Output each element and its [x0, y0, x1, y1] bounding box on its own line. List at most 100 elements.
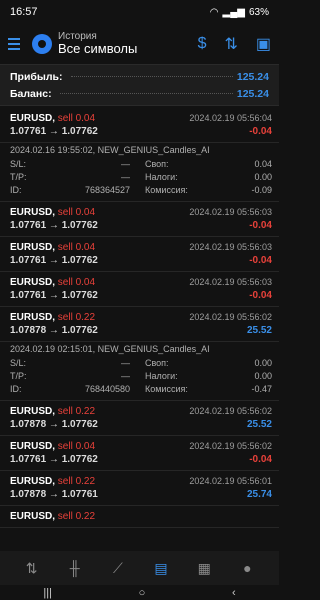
deal-profit: -0.04 — [249, 126, 272, 137]
deal-time: 2024.02.19 05:56:02 — [189, 406, 272, 416]
deal-details: 2024.02.19 02:15:01, NEW_GENIUS_Candles_… — [0, 342, 279, 401]
sl-label: S/L: — [10, 358, 27, 368]
deal-symbol: EURUSD, — [10, 406, 56, 417]
deal-comment: 2024.02.19 02:15:01, NEW_GENIUS_Candles_… — [10, 344, 210, 354]
id-value: 768364527 — [84, 185, 130, 195]
signal-icon: ▂▄▆ — [222, 6, 245, 18]
swap-label: Своп: — [145, 159, 169, 169]
balance-value: 125.24 — [236, 87, 269, 100]
battery-level: 63% — [248, 6, 269, 18]
status-indicators: ◠ ▂▄▆ 63% — [210, 7, 269, 18]
deal-side: sell 0.22 — [57, 476, 96, 487]
deal-prices: 1.07761 → 1.07762 — [10, 220, 98, 231]
news-icon[interactable]: ▦ — [192, 556, 216, 580]
deal-row[interactable]: EURUSD, sell 0.04 2024.02.19 05:56:03 1.0… — [0, 202, 279, 237]
bottom-tab-bar: ⇅ ╫ ⟋ ▤ ▦ ● — [0, 551, 279, 585]
id-label: ID: — [10, 384, 22, 394]
balance-row: Баланс: 125.24 — [10, 85, 269, 102]
quotes-icon[interactable]: ⇅ — [20, 556, 44, 580]
deal-row[interactable]: EURUSD, sell 0.04 2024.02.19 05:56:04 1.0… — [0, 108, 279, 143]
recents-icon[interactable]: ||| — [43, 587, 52, 599]
sl-value: — — [121, 159, 130, 169]
deal-symbol: EURUSD, — [10, 113, 56, 124]
deal-row[interactable]: EURUSD, sell 0.04 2024.02.19 05:56:03 1.0… — [0, 237, 279, 272]
balance-label: Баланс: — [10, 87, 52, 100]
deal-row[interactable]: EURUSD, sell 0.04 2024.02.19 05:56:02 1.0… — [0, 436, 279, 471]
commission-label: Комиссия: — [145, 384, 188, 394]
commission-label: Комиссия: — [145, 185, 188, 195]
profit-label: Прибыль: — [10, 70, 63, 83]
deal-symbol: EURUSD, — [10, 312, 56, 323]
tax-value: 0.00 — [254, 371, 272, 381]
deal-profit: 25.52 — [246, 325, 272, 336]
profit-row: Прибыль: 125.24 — [10, 68, 269, 85]
deal-side: sell 0.04 — [57, 242, 96, 253]
dotted-leader — [59, 93, 233, 94]
deal-prices: 1.07878 → 1.07762 — [10, 419, 98, 430]
commission-value: -0.47 — [251, 384, 272, 394]
deal-side: sell 0.04 — [57, 113, 96, 124]
commission-value: -0.09 — [251, 185, 272, 195]
deal-side: sell 0.22 — [57, 406, 96, 417]
back-icon[interactable]: ‹ — [232, 587, 236, 599]
deal-row[interactable]: EURUSD, sell 0.04 2024.02.19 05:56:03 1.0… — [0, 272, 279, 307]
sl-value: — — [121, 358, 130, 368]
deal-prices: 1.07761 → 1.07762 — [10, 290, 98, 301]
deal-profit: -0.04 — [249, 255, 272, 266]
deals-list[interactable]: EURUSD, sell 0.04 2024.02.19 05:56:04 1.0… — [0, 108, 279, 551]
calendar-icon[interactable]: ▣ — [256, 34, 271, 54]
deal-prices: 1.07878 → 1.07761 — [10, 489, 98, 500]
deal-profit: -0.04 — [249, 454, 272, 465]
tp-label: T/P: — [10, 371, 27, 381]
deal-prices: 1.07761 → 1.07762 — [10, 454, 98, 465]
deal-time: 2024.02.19 05:56:01 — [189, 476, 272, 486]
deal-profit: 25.52 — [246, 419, 272, 430]
menu-icon[interactable] — [8, 35, 26, 53]
system-nav-bar: ||| ○ ‹ — [0, 585, 279, 600]
sort-icon[interactable]: ⇅ — [224, 34, 237, 54]
tax-value: 0.00 — [254, 172, 272, 182]
deal-time: 2024.02.19 05:56:02 — [189, 441, 272, 451]
trade-icon[interactable]: ⟋ — [106, 556, 130, 580]
tp-value: — — [121, 371, 130, 381]
chart-icon[interactable]: ╫ — [63, 556, 87, 580]
deal-profit: -0.04 — [249, 220, 272, 231]
title-block[interactable]: История Все символы — [58, 31, 198, 57]
deal-prices: 1.07761 → 1.07762 — [10, 126, 98, 137]
history-icon[interactable]: ▤ — [149, 556, 173, 580]
deal-symbol: EURUSD, — [10, 441, 56, 452]
deal-row[interactable]: EURUSD, sell 0.22 2024.02.19 05:56:02 1.0… — [0, 401, 279, 436]
deal-row[interactable]: EURUSD, sell 0.22 2024.02.19 05:56:02 1.0… — [0, 307, 279, 342]
deal-side: sell 0.22 — [57, 312, 96, 323]
deal-symbol: EURUSD, — [10, 242, 56, 253]
deal-row[interactable]: EURUSD, sell 0.22 — [0, 506, 279, 528]
deal-row[interactable]: EURUSD, sell 0.22 2024.02.19 05:56:01 1.0… — [0, 471, 279, 506]
tax-label: Налоги: — [145, 371, 178, 381]
profit-value: 125.24 — [236, 70, 269, 83]
deal-time: 2024.02.19 05:56:04 — [189, 113, 272, 123]
messages-icon[interactable]: ● — [235, 556, 259, 580]
currency-filter-icon[interactable]: $ — [198, 35, 207, 53]
swap-label: Своп: — [145, 358, 169, 368]
page-title: Все символы — [58, 41, 138, 57]
deal-symbol: EURUSD, — [10, 511, 56, 522]
tax-label: Налоги: — [145, 172, 178, 182]
deal-prices: 1.07878 → 1.07762 — [10, 325, 98, 336]
wifi-icon: ◠ — [209, 6, 219, 18]
deal-time: 2024.02.19 05:56:03 — [189, 207, 272, 217]
tp-label: T/P: — [10, 172, 27, 182]
status-time: 16:57 — [10, 6, 38, 18]
status-bar: 16:57 ◠ ▂▄▆ 63% — [0, 0, 279, 24]
history-summary: Прибыль: 125.24 Баланс: 125.24 — [0, 64, 279, 106]
deal-profit: -0.04 — [249, 290, 272, 301]
deal-symbol: EURUSD, — [10, 476, 56, 487]
id-label: ID: — [10, 185, 22, 195]
deal-side: sell 0.22 — [57, 511, 96, 522]
deal-side: sell 0.04 — [57, 277, 96, 288]
deal-time: 2024.02.19 05:56:03 — [189, 277, 272, 287]
deal-prices: 1.07761 → 1.07762 — [10, 255, 98, 266]
tp-value: — — [121, 172, 130, 182]
deal-details: 2024.02.16 19:55:02, NEW_GENIUS_Candles_… — [0, 143, 279, 202]
deal-profit: 25.74 — [246, 489, 272, 500]
home-icon[interactable]: ○ — [139, 587, 146, 599]
